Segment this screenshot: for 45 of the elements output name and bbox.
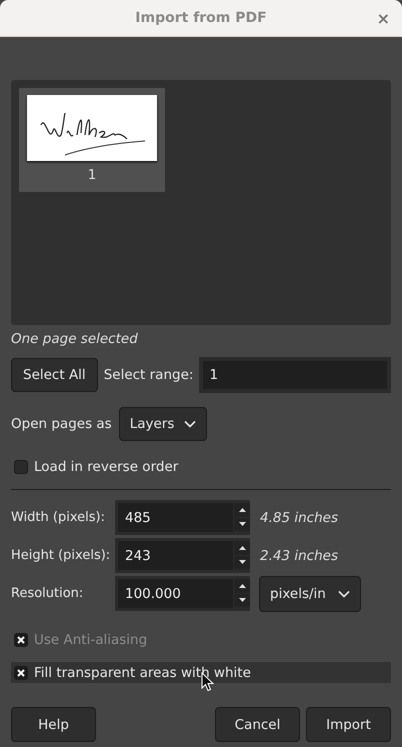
down-triangle-icon: [238, 560, 246, 564]
cross-mark-icon: [17, 668, 25, 676]
decrement-button[interactable]: [234, 556, 250, 569]
caret-icon: [338, 590, 350, 598]
number-spin-field[interactable]: 243: [115, 538, 250, 573]
number-spin-field[interactable]: 100.000: [115, 576, 250, 611]
number-spin-field[interactable]: 485: [115, 500, 250, 535]
decrement-button[interactable]: [234, 518, 250, 531]
dialog-button[interactable]: Import: [306, 707, 391, 742]
up-triangle-icon: [238, 584, 246, 588]
range-field[interactable]: 1: [199, 357, 391, 393]
cross-mark-icon: [17, 636, 25, 644]
close-button[interactable]: ×: [376, 9, 390, 28]
checkbox-row[interactable]: Fill transparent areas with white: [11, 662, 391, 683]
up-triangle-icon: [238, 546, 246, 550]
increment-button[interactable]: [234, 579, 250, 592]
unit-dropdown[interactable]: pixels/in: [259, 576, 361, 612]
increment-button[interactable]: [234, 503, 250, 516]
dialog-button[interactable]: Help: [11, 707, 96, 742]
checkbox[interactable]: [14, 666, 28, 680]
range-label: Select range:: [104, 367, 194, 383]
caret-icon: [184, 420, 196, 428]
dialog-button[interactable]: Cancel: [215, 707, 300, 742]
open-pages-label: Open pages as: [11, 416, 112, 432]
window-title: Import from PDF: [135, 10, 267, 26]
up-triangle-icon: [238, 508, 246, 512]
down-triangle-icon: [238, 598, 246, 602]
increment-button[interactable]: [234, 541, 250, 554]
selection-status: One page selected: [11, 331, 139, 347]
size-readout: 4.85 inches: [260, 510, 338, 526]
page-number: 1: [88, 167, 96, 183]
checkbox-label: Use Anti-aliasing: [34, 632, 148, 648]
checkbox[interactable]: [14, 460, 28, 474]
checkbox-label: Load in reverse order: [34, 458, 178, 474]
field-label: Width (pixels):: [11, 510, 106, 525]
checkbox-label: Fill transparent areas with white: [34, 664, 251, 680]
select-all-button[interactable]: Select All: [11, 358, 98, 392]
layers-dropdown[interactable]: Layers: [118, 407, 208, 441]
field-label: Height (pixels):: [11, 548, 112, 563]
size-readout: 2.43 inches: [260, 548, 338, 564]
page-thumbnail[interactable]: 1: [19, 88, 165, 192]
decrement-button[interactable]: [234, 594, 250, 607]
field-label: Resolution:: [11, 586, 84, 601]
checkbox-row[interactable]: Load in reverse order: [11, 456, 391, 477]
down-triangle-icon: [238, 522, 246, 526]
